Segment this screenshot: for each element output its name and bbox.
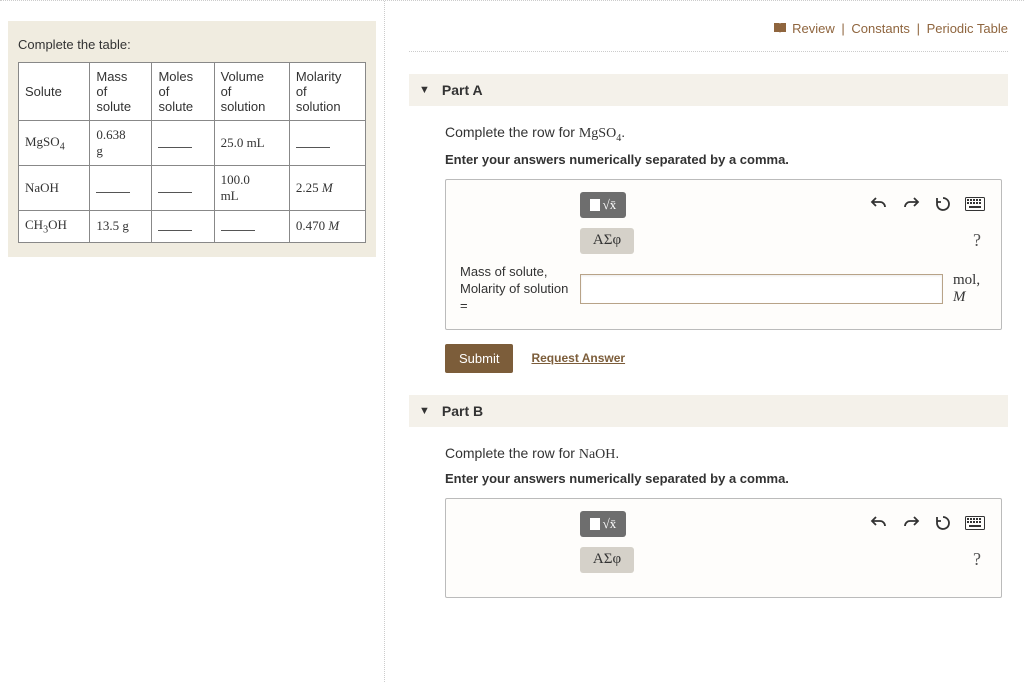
book-icon	[773, 22, 787, 37]
help-icon[interactable]: ?	[967, 549, 987, 570]
part-b-question: Complete the row for NaOH.	[445, 445, 1002, 463]
keyboard-icon[interactable]	[963, 192, 987, 216]
request-answer-link[interactable]: Request Answer	[531, 351, 625, 365]
template-button[interactable]: √x̄	[580, 192, 626, 218]
collapse-icon: ▼	[419, 405, 430, 417]
col-moles: Molesofsolute	[152, 63, 214, 121]
answer-unit: mol,M	[953, 272, 987, 306]
answer-box-a: √x̄	[445, 179, 1002, 330]
cell-volume: 25.0 mL	[214, 121, 289, 166]
table-row: MgSO4 0.638g 25.0 mL	[19, 121, 366, 166]
undo-icon[interactable]	[867, 511, 891, 535]
cell-solute: NaOH	[19, 166, 90, 211]
col-volume: Volumeofsolution	[214, 63, 289, 121]
part-a-question: Complete the row for MgSO4.	[445, 124, 1002, 144]
part-a-title: Part A	[442, 82, 483, 98]
template-button[interactable]: √x̄	[580, 511, 626, 537]
question-prompt: Complete the table:	[18, 37, 366, 52]
periodic-table-link[interactable]: Periodic Table	[927, 21, 1008, 36]
table-header-row: Solute Massofsolute Molesofsolute Volume…	[19, 63, 366, 121]
part-b-instruction: Enter your answers numerically separated…	[445, 471, 1002, 486]
cell-moles	[152, 211, 214, 243]
col-molarity: Molarityofsolution	[289, 63, 365, 121]
undo-icon[interactable]	[867, 192, 891, 216]
answer-label: Mass of solute, Molarity of solution =	[460, 264, 570, 315]
reset-icon[interactable]	[931, 511, 955, 535]
table-row: NaOH 100.0mL 2.25 M	[19, 166, 366, 211]
cell-mass: 0.638g	[90, 121, 152, 166]
table-row: CH3OH 13.5 g 0.470 M	[19, 211, 366, 243]
cell-molarity: 2.25 M	[289, 166, 365, 211]
reset-icon[interactable]	[931, 192, 955, 216]
cell-solute: MgSO4	[19, 121, 90, 166]
part-a-header[interactable]: ▼ Part A	[409, 74, 1008, 106]
part-a-instruction: Enter your answers numerically separated…	[445, 152, 1002, 167]
cell-moles	[152, 166, 214, 211]
redo-icon[interactable]	[899, 192, 923, 216]
part-a: ▼ Part A Complete the row for MgSO4. Ent…	[409, 74, 1008, 372]
cell-mass: 13.5 g	[90, 211, 152, 243]
cell-mass	[90, 166, 152, 211]
greek-symbols-button[interactable]: ΑΣφ	[580, 228, 634, 254]
solute-table: Solute Massofsolute Molesofsolute Volume…	[18, 62, 366, 243]
answer-input-a[interactable]	[580, 274, 943, 304]
col-mass: Massofsolute	[90, 63, 152, 121]
part-b-title: Part B	[442, 403, 483, 419]
part-b-header[interactable]: ▼ Part B	[409, 395, 1008, 427]
help-icon[interactable]: ?	[967, 230, 987, 251]
constants-link[interactable]: Constants	[851, 21, 910, 36]
question-panel: Complete the table: Solute Massofsolute …	[8, 21, 376, 257]
redo-icon[interactable]	[899, 511, 923, 535]
col-solute: Solute	[19, 63, 90, 121]
review-link[interactable]: Review	[792, 21, 835, 36]
resource-links: Review | Constants | Periodic Table	[409, 13, 1008, 52]
cell-moles	[152, 121, 214, 166]
submit-button[interactable]: Submit	[445, 344, 513, 373]
keyboard-icon[interactable]	[963, 511, 987, 535]
collapse-icon: ▼	[419, 84, 430, 96]
greek-symbols-button[interactable]: ΑΣφ	[580, 547, 634, 573]
cell-volume	[214, 211, 289, 243]
part-b: ▼ Part B Complete the row for NaOH. Ente…	[409, 395, 1008, 598]
cell-molarity	[289, 121, 365, 166]
cell-solute: CH3OH	[19, 211, 90, 243]
cell-volume: 100.0mL	[214, 166, 289, 211]
cell-molarity: 0.470 M	[289, 211, 365, 243]
answer-box-b: √x̄	[445, 498, 1002, 598]
